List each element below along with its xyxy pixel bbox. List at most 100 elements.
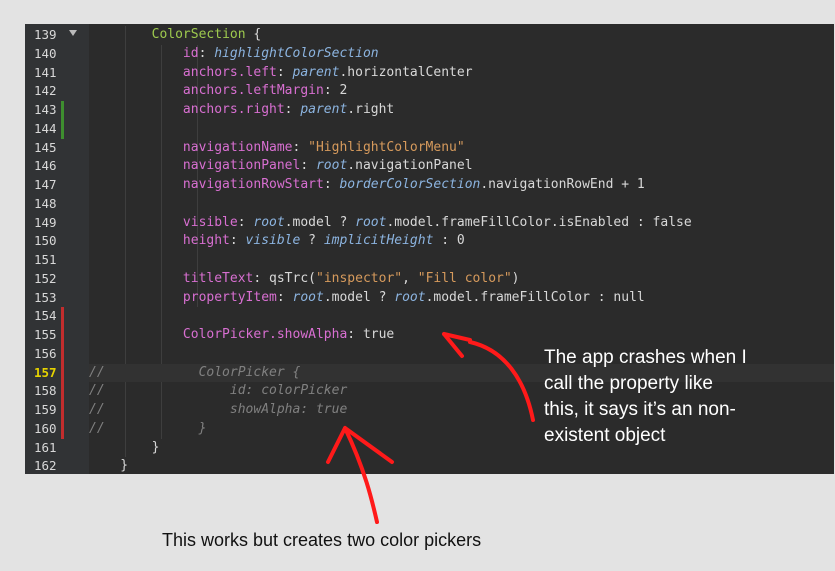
code-token: highlightColorSection: [214, 45, 379, 61]
gutter-line: 141: [25, 64, 89, 83]
code-token: .model ?: [323, 289, 395, 305]
code-token: propertyItem: [182, 289, 277, 305]
code-token: :: [276, 289, 293, 305]
gutter-line: 160: [25, 419, 89, 439]
code-line[interactable]: navigationPanel: root.navigationPanel: [89, 157, 834, 176]
line-number: 157: [34, 364, 57, 380]
crash-note-line: call the property like: [544, 373, 713, 394]
line-number: 143: [34, 102, 57, 117]
line-number: 153: [34, 289, 57, 305]
line-number: 161: [34, 439, 57, 455]
code-token: :: [284, 102, 301, 117]
code-line[interactable]: propertyItem: root.model ? root.model.fr…: [89, 289, 834, 308]
code-line[interactable]: visible: root.model ? root.model.frameFi…: [89, 214, 834, 233]
gutter-line: 148: [25, 195, 89, 214]
gutter-line: 146: [25, 157, 89, 176]
code-token: anchors.leftMargin: [182, 83, 324, 99]
line-number: 149: [34, 214, 57, 230]
code-token: .model.frameFillColor.isEnabled : false: [386, 214, 692, 230]
line-number: 142: [34, 83, 57, 99]
code-token: parent: [292, 64, 340, 80]
line-number: 150: [34, 233, 57, 249]
line-number: 154: [34, 308, 57, 324]
code-line[interactable]: }: [89, 457, 834, 474]
code-token: :: [198, 45, 215, 61]
code-token: implicitHeight: [323, 233, 434, 249]
gutter-line: 156: [25, 344, 89, 364]
gutter-line: 142: [25, 82, 89, 101]
code-token: navigationRowStart: [182, 177, 324, 192]
code-token: "Fill color": [417, 270, 512, 286]
code-token: //: [89, 420, 105, 436]
code-token: root: [394, 289, 426, 305]
gutter-line: 144: [25, 119, 89, 139]
code-token: .horizontalCenter: [339, 64, 473, 80]
code-token: visible: [182, 214, 238, 230]
line-number: 139: [34, 27, 57, 42]
gutter-line: 162: [25, 457, 89, 474]
red-change-marker: [61, 363, 64, 383]
code-line[interactable]: navigationName: "HighlightColorMenu": [89, 139, 834, 158]
gutter-line: 161: [25, 439, 89, 458]
red-change-marker: [61, 344, 64, 364]
code-token: navigationPanel: [182, 158, 301, 174]
code-line[interactable]: [89, 120, 834, 139]
code-line[interactable]: ColorPicker.showAlpha: true: [89, 326, 834, 345]
code-token: root: [355, 214, 387, 230]
code-token: //: [89, 383, 105, 399]
gutter-line: 150: [25, 232, 89, 251]
line-number: 152: [34, 270, 57, 286]
red-change-marker: [61, 307, 64, 326]
green-change-marker: [61, 101, 64, 120]
code-line[interactable]: ColorSection {: [89, 26, 834, 45]
code-token: .navigationPanel: [347, 158, 473, 174]
code-token: //: [89, 364, 105, 380]
code-token: : 0: [433, 233, 465, 249]
code-line[interactable]: anchors.leftMargin: 2: [89, 82, 834, 101]
line-number: 140: [34, 45, 57, 61]
code-token: anchors.right: [182, 102, 285, 117]
code-line[interactable]: anchors.left: parent.horizontalCenter: [89, 64, 834, 83]
code-token: visible: [245, 233, 301, 249]
code-token: :: [229, 233, 246, 249]
gutter-line: 152: [25, 270, 89, 289]
code-line[interactable]: [89, 195, 834, 214]
code-token: height: [182, 233, 230, 249]
code-token: .navigationRowEnd + 1: [480, 177, 645, 192]
code-line[interactable]: [89, 307, 834, 326]
line-number: 147: [34, 177, 57, 192]
code-token: :: [276, 64, 293, 80]
code-line[interactable]: titleText: qsTrc("inspector", "Fill colo…: [89, 270, 834, 289]
crash-note-line: The app crashes when I: [544, 347, 747, 368]
code-token: ColorPicker.showAlpha: [182, 327, 348, 342]
code-line[interactable]: navigationRowStart: borderColorSection.n…: [89, 176, 834, 195]
line-number: 162: [34, 458, 57, 474]
code-token: parent: [300, 102, 348, 117]
code-token: :: [323, 177, 340, 192]
red-change-marker: [61, 401, 64, 420]
code-token: root: [253, 214, 285, 230]
red-change-marker: [61, 326, 64, 345]
code-line[interactable]: id: highlightColorSection: [89, 45, 834, 64]
gutter-line: 154: [25, 307, 89, 326]
gutter-line: 157: [25, 363, 89, 383]
code-token: root: [292, 289, 324, 305]
line-number: 160: [34, 420, 57, 436]
code-token: {: [245, 27, 262, 42]
code-line[interactable]: anchors.right: parent.right: [89, 101, 834, 120]
code-line[interactable]: [89, 251, 834, 270]
fold-toggle-icon[interactable]: [69, 30, 77, 36]
code-token: id: colorPicker: [104, 383, 348, 399]
line-number: 155: [34, 327, 57, 342]
code-line[interactable]: height: visible ? implicitHeight : 0: [89, 232, 834, 251]
line-number: 151: [34, 252, 57, 267]
gutter-line: 159: [25, 401, 89, 420]
code-token: titleText: [182, 270, 254, 286]
code-token: borderColorSection: [339, 177, 481, 192]
